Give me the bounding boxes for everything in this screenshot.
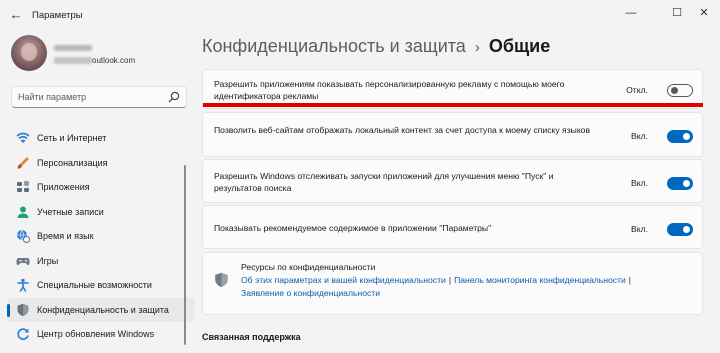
privacy-statement-link[interactable]: Заявление о конфиденциальности — [241, 288, 380, 298]
person-icon — [17, 206, 29, 218]
sidebar-item-accessibility[interactable]: Специальные возможности — [7, 273, 195, 298]
setting-card-app-launch-tracking: Разрешить Windows отслеживать запуски пр… — [202, 159, 703, 203]
wifi-icon — [16, 132, 30, 143]
suggested-content-toggle[interactable] — [667, 223, 693, 236]
breadcrumb-parent[interactable]: Конфиденциальность и защита — [202, 36, 466, 56]
highlight-underline — [203, 103, 703, 107]
sidebar-item-label: Центр обновления Windows — [37, 329, 155, 339]
resources-title: Ресурсы по конфиденциальности — [241, 262, 376, 272]
toggle-state-label: Вкл. — [631, 224, 648, 234]
sidebar-scrollbar[interactable] — [184, 165, 186, 345]
email-domain: outlook.com — [92, 56, 136, 65]
link-separator: | — [448, 275, 452, 285]
advertising-id-toggle[interactable] — [667, 84, 693, 97]
resources-links: Об этих параметрах и вашей конфиденциаль… — [241, 274, 661, 300]
close-button[interactable]: ✕ — [694, 5, 714, 21]
search-placeholder: Найти параметр — [18, 92, 87, 102]
link-separator: | — [628, 275, 632, 285]
privacy-dashboard-link[interactable]: Панель мониторинга конфиденциальности — [454, 275, 626, 285]
sidebar-item-gaming[interactable]: Игры — [7, 249, 195, 274]
setting-card-language-list: Позволить веб-сайтам отображать локальны… — [202, 112, 703, 157]
toggle-state-label: Откл. — [626, 85, 648, 95]
language-list-toggle[interactable] — [667, 130, 693, 143]
sidebar-item-label: Персонализация — [37, 157, 108, 168]
sidebar-item-label: Специальные возможности — [37, 280, 152, 290]
sidebar-item-accounts[interactable]: Учетные записи — [7, 200, 195, 225]
page-title: Общие — [488, 36, 551, 56]
search-icon — [168, 91, 180, 103]
setting-description: Показывать рекомендуемое содержимое в пр… — [214, 223, 492, 233]
sidebar-item-label: Время и язык — [37, 231, 94, 241]
user-name-redacted — [54, 45, 92, 51]
avatar[interactable] — [11, 35, 47, 71]
sidebar-item-windows-update[interactable]: Центр обновления Windows — [7, 322, 195, 347]
setting-card-suggested-content: Показывать рекомендуемое содержимое в пр… — [202, 205, 703, 249]
privacy-shield-icon — [215, 272, 228, 288]
email-redacted — [54, 57, 92, 64]
sidebar-item-label: Сеть и Интернет — [37, 133, 107, 143]
title-bar: ← Параметры — ☐ ✕ — [0, 0, 720, 30]
privacy-resources-card: Ресурсы по конфиденциальности Об этих па… — [202, 252, 703, 315]
about-settings-privacy-link[interactable]: Об этих параметрах и вашей конфиденциаль… — [241, 275, 446, 285]
sidebar-item-apps[interactable]: Приложения — [7, 175, 195, 200]
sidebar-item-label: Приложения — [37, 182, 90, 192]
accessibility-icon — [17, 278, 29, 292]
sidebar-item-network[interactable]: Сеть и Интернет — [7, 126, 195, 151]
back-arrow-icon[interactable]: ← — [8, 7, 24, 23]
sidebar-item-personalization[interactable]: Персонализация — [7, 151, 195, 176]
app-launch-tracking-toggle[interactable] — [667, 177, 693, 190]
sidebar-item-time-language[interactable]: Время и язык — [7, 224, 195, 249]
related-support-heading: Связанная поддержка — [202, 332, 301, 342]
window-title: Параметры — [32, 10, 83, 21]
minimize-button[interactable]: — — [621, 5, 641, 21]
setting-description: Позволить веб-сайтам отображать локальны… — [214, 125, 591, 135]
sidebar-item-label: Учетные записи — [37, 206, 104, 217]
gamepad-icon — [16, 257, 30, 265]
brush-icon — [17, 156, 29, 169]
toggle-state-label: Вкл. — [631, 178, 648, 188]
setting-description: Разрешить Windows отслеживать запуски пр… — [214, 171, 554, 193]
sidebar-item-label: Игры — [37, 255, 59, 266]
maximize-button[interactable]: ☐ — [667, 5, 687, 21]
sidebar-nav: Сеть и Интернет Персонализация Приложени… — [0, 126, 196, 347]
apps-icon — [17, 180, 30, 192]
breadcrumb-separator: › — [474, 39, 480, 56]
shield-icon — [17, 303, 29, 316]
update-icon — [17, 328, 29, 340]
globe-clock-icon — [17, 229, 30, 243]
sidebar-item-label: Конфиденциальность и защита — [37, 304, 169, 315]
toggle-state-label: Вкл. — [631, 131, 648, 141]
setting-description: Разрешить приложениям показывать персона… — [214, 79, 565, 101]
breadcrumb: Конфиденциальность и защита › Общие — [202, 36, 550, 57]
search-input[interactable]: Найти параметр — [11, 86, 187, 108]
sidebar-item-privacy-security[interactable]: Конфиденциальность и защита — [7, 297, 195, 322]
